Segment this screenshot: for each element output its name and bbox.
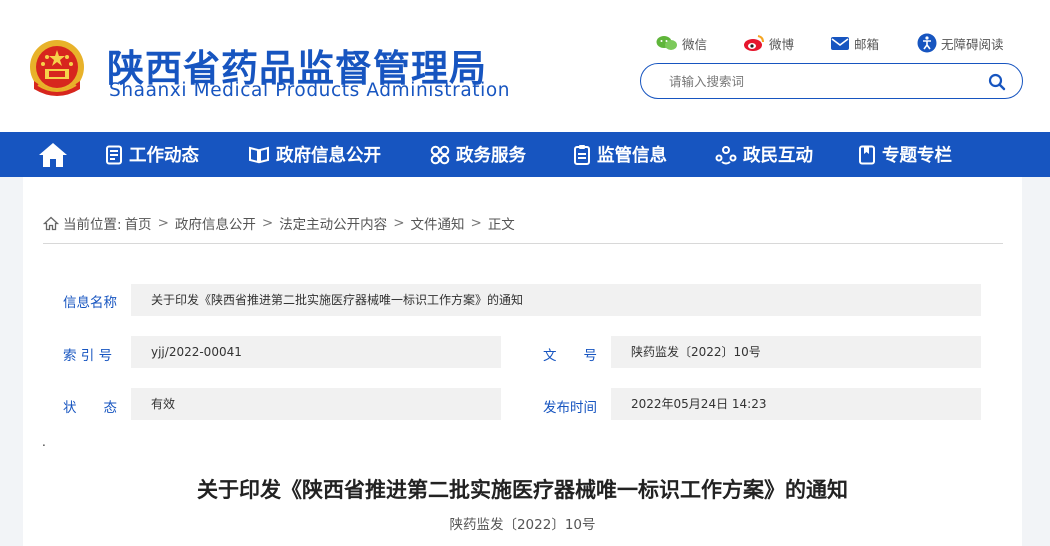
breadcrumb-home[interactable]: 首页 [125, 213, 152, 233]
nav-item-supervision[interactable]: 监管信息 [573, 132, 667, 177]
clipboard-icon [574, 144, 590, 165]
info-index-value: yjj/2022-00041 [131, 336, 501, 368]
weibo-label: 微博 [769, 36, 795, 52]
site-title-en: Shaanxi Medical Products Administration [109, 80, 511, 101]
nav-item-work-news[interactable]: 工作动态 [105, 132, 199, 177]
accessibility-link[interactable]: 无障碍阅读 [917, 33, 1004, 53]
national-emblem-icon [30, 40, 84, 96]
wechat-icon [656, 36, 677, 50]
nav-item-services[interactable]: 政务服务 [430, 132, 526, 177]
info-status-label: 状 态 [63, 400, 117, 416]
breadcrumb-statutory[interactable]: 法定主动公开内容 [279, 213, 387, 233]
document-list-icon [106, 145, 122, 164]
nav-item-interaction[interactable]: 政民互动 [715, 132, 813, 177]
breadcrumb-separator: > [393, 215, 405, 231]
breadcrumb-gov-info[interactable]: 政府信息公开 [175, 213, 256, 233]
info-index-label: 索 引 号 [63, 348, 113, 364]
article-panel: 当前位置: 首页 > 政府信息公开 > 法定主动公开内容 > 文件通知 > 正文 信息名… [23, 177, 1022, 546]
stray-dot: . [42, 435, 46, 449]
info-name-label: 信息名称 [63, 295, 117, 311]
nav-item-special[interactable]: 专题专栏 [858, 132, 952, 177]
divider [43, 243, 1003, 244]
info-name-value: 关于印发《陕西省推进第二批实施医疗器械唯一标识工作方案》的通知 [131, 284, 981, 316]
info-docno-value: 陕药监发〔2022〕10号 [611, 336, 981, 368]
nav-label: 监管信息 [597, 146, 667, 166]
nav-label: 专题专栏 [882, 146, 952, 166]
breadcrumb-separator: > [261, 215, 274, 231]
nav-label: 工作动态 [129, 146, 199, 166]
breadcrumb-prefix: 当前位置: [63, 217, 122, 233]
nav-item-gov-info[interactable]: 政府信息公开 [248, 132, 381, 177]
main-nav: 工作动态 政府信息公开 政务服务 监管信息 政民互动 专题专栏 [0, 132, 1050, 177]
home-icon[interactable] [37, 141, 69, 169]
breadcrumb: 当前位置: 首页 > 政府信息公开 > 法定主动公开内容 > 文件通知 > 正文 [43, 213, 518, 233]
article-title: 关于印发《陕西省推进第二批实施医疗器械唯一标识工作方案》的通知 [197, 478, 848, 502]
wechat-link[interactable]: 微信 [656, 33, 707, 53]
bookmark-doc-icon [859, 145, 875, 164]
search-box [640, 63, 1023, 99]
accessibility-label: 无障碍阅读 [941, 36, 1004, 52]
accessibility-icon [917, 33, 937, 53]
nav-label: 政府信息公开 [276, 146, 381, 166]
nav-label: 政民互动 [743, 146, 813, 166]
email-label: 邮箱 [854, 36, 880, 52]
breadcrumb-separator: > [157, 215, 169, 231]
grid-icon [430, 145, 450, 164]
email-link[interactable]: 邮箱 [830, 33, 879, 53]
breadcrumb-separator: > [470, 215, 482, 231]
people-interaction-icon [715, 145, 737, 164]
info-date-value: 2022年05月24日 14:23 [611, 388, 981, 420]
wechat-label: 微信 [682, 36, 708, 52]
open-book-icon [249, 146, 269, 163]
breadcrumb-current: 正文 [487, 217, 515, 233]
search-icon[interactable] [988, 73, 1006, 91]
info-status-value: 有效 [131, 388, 501, 420]
home-outline-icon [43, 216, 59, 230]
weibo-link[interactable]: 微博 [743, 33, 794, 53]
article-doc-number: 陕药监发〔2022〕10号 [449, 517, 596, 533]
site-header: 陕西省药品监督管理局 Shaanxi Medical Products Admi… [0, 0, 1050, 132]
breadcrumb-notices[interactable]: 文件通知 [411, 213, 465, 233]
mail-icon [831, 36, 849, 50]
info-docno-label: 文 号 [543, 348, 597, 364]
info-date-label: 发布时间 [543, 400, 597, 416]
weibo-icon [744, 35, 764, 51]
search-input[interactable] [669, 72, 969, 90]
nav-label: 政务服务 [456, 146, 526, 166]
